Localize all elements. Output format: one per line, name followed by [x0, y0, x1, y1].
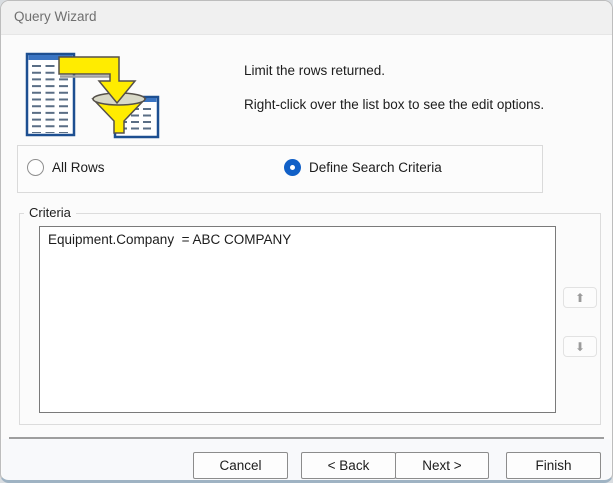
title-bar[interactable]: Query Wizard [1, 1, 612, 35]
criteria-listbox[interactable]: Equipment.Company = ABC COMPANY [39, 226, 556, 413]
instruction-line-2: Right-click over the list box to see the… [244, 97, 544, 112]
radio-define-search-criteria[interactable]: Define Search Criteria [284, 159, 442, 176]
down-arrow-icon: ⬇ [575, 340, 585, 354]
move-down-button[interactable]: ⬇ [563, 336, 597, 357]
instruction-line-1: Limit the rows returned. [244, 63, 385, 78]
radio-circle-unchecked-icon[interactable] [27, 159, 44, 176]
up-arrow-icon: ⬆ [575, 291, 585, 305]
radio-define-search-criteria-label: Define Search Criteria [309, 160, 442, 175]
criteria-group-label: Criteria [24, 205, 76, 220]
move-up-button[interactable]: ⬆ [563, 287, 597, 308]
query-wizard-graphic [23, 49, 183, 144]
finish-button[interactable]: Finish [506, 452, 601, 479]
back-button[interactable]: < Back [301, 452, 396, 479]
window-title: Query Wizard [14, 9, 97, 24]
next-button[interactable]: Next > [395, 452, 489, 479]
row-options-panel: All Rows Define Search Criteria [17, 145, 543, 193]
radio-circle-checked-icon[interactable] [284, 159, 301, 176]
radio-all-rows[interactable]: All Rows [27, 159, 105, 176]
criteria-list-item[interactable]: Equipment.Company = ABC COMPANY [40, 227, 555, 252]
radio-all-rows-label: All Rows [52, 160, 105, 175]
cancel-button[interactable]: Cancel [193, 452, 288, 479]
query-wizard-dialog: Query Wizard Limit the rows r [0, 0, 613, 483]
